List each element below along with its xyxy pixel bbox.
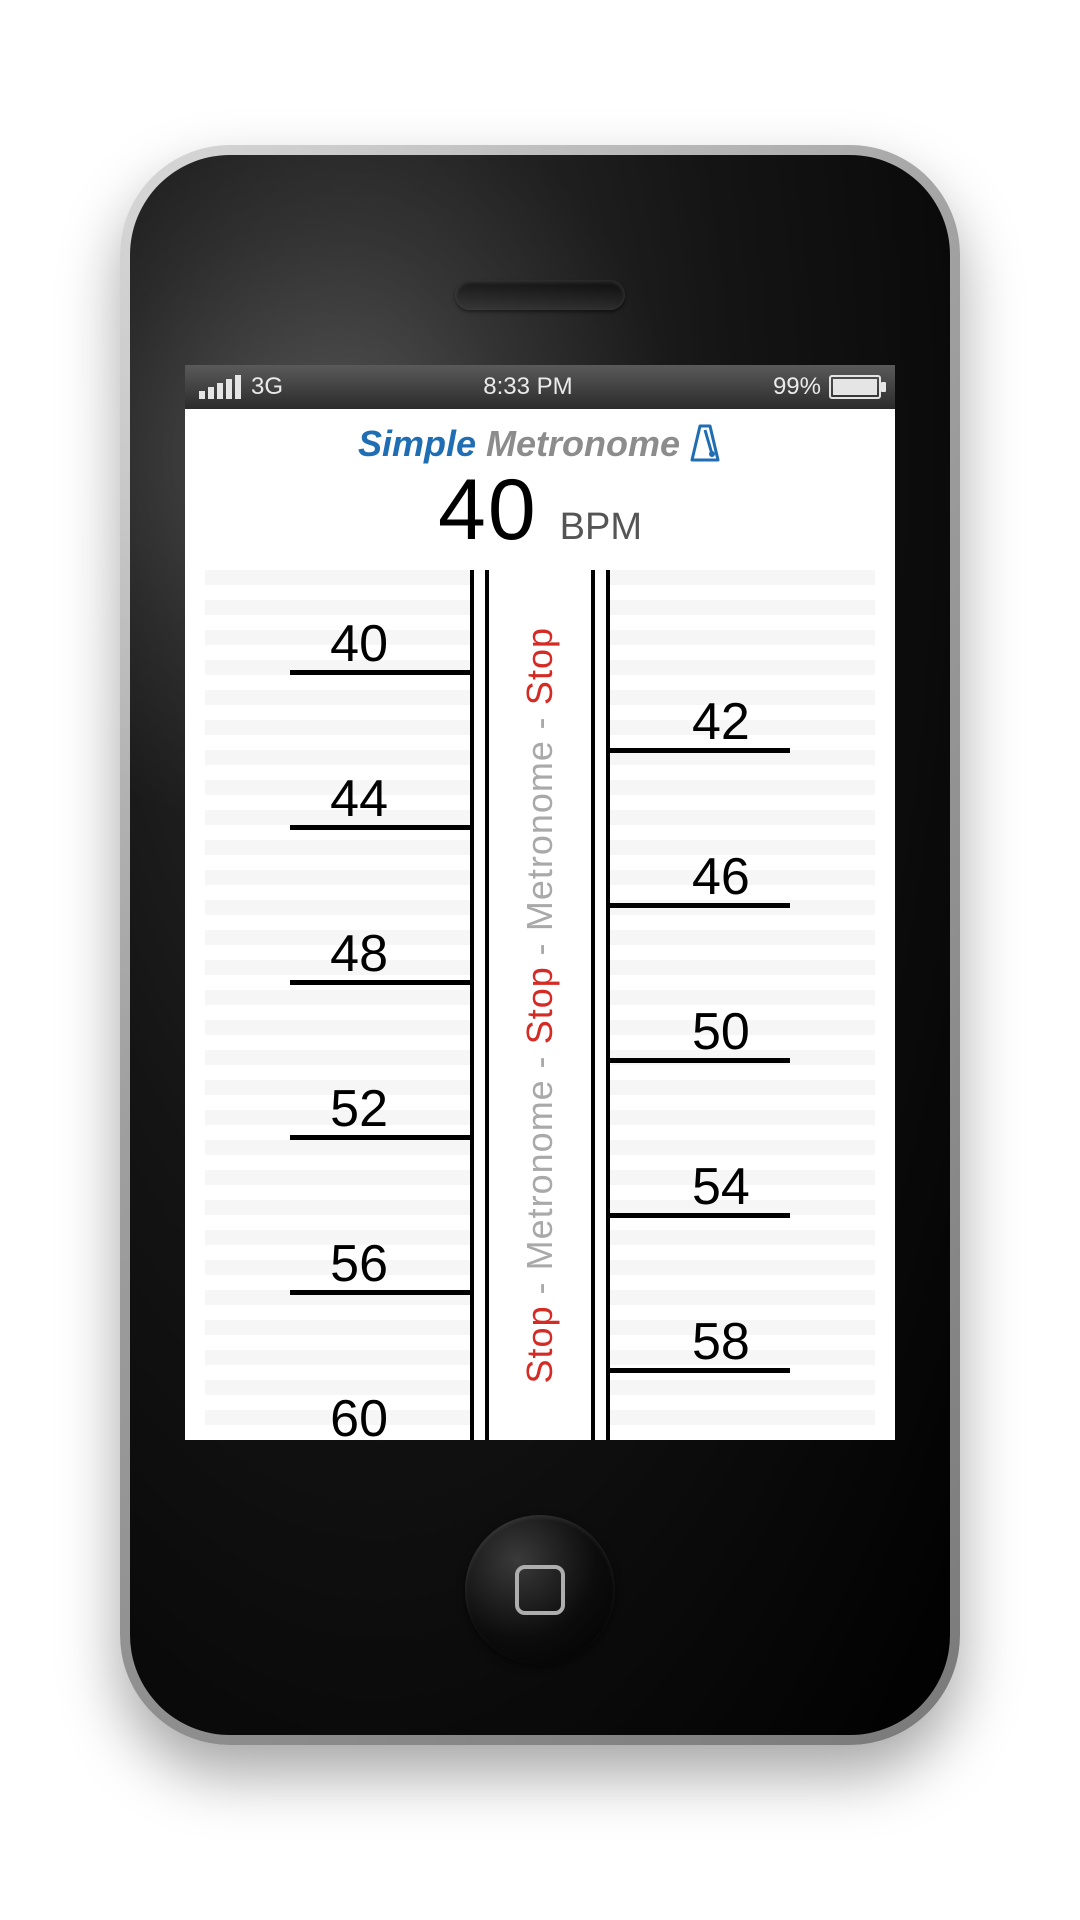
status-left: 3G: [199, 373, 283, 401]
battery-pct-label: 99%: [773, 373, 821, 401]
center-strip-text: Stop - Metronome - Stop - Metronome - St…: [519, 627, 561, 1383]
scale-tick-label: 56: [248, 1234, 388, 1294]
scale-tick-label: 46: [692, 847, 832, 907]
center-word-stop: Stop: [519, 966, 560, 1044]
scale-tick-label: 42: [692, 692, 832, 752]
home-button-icon: [515, 1565, 565, 1615]
screen: 3G 8:33 PM 99% Simple Metronome: [185, 365, 895, 1440]
home-button[interactable]: [465, 1515, 615, 1665]
tempo-scale[interactable]: 40 44 48 52 56 60 42 46 50 54 58 Stop - Metronome…: [185, 570, 895, 1440]
battery-icon: [829, 375, 881, 399]
scale-tick-label: 54: [692, 1157, 832, 1217]
bpm-value: 40: [438, 461, 538, 560]
network-label: 3G: [251, 373, 283, 401]
scale-tick-label: 52: [248, 1079, 388, 1139]
scale-left-column[interactable]: 40 44 48 52 56 60: [205, 570, 474, 1440]
scale-tick-label: 48: [248, 924, 388, 984]
bpm-display: 40 BPM: [185, 461, 895, 560]
phone-body: 3G 8:33 PM 99% Simple Metronome: [130, 155, 950, 1735]
title-word-metronome: Metronome: [476, 423, 680, 464]
status-right: 99%: [773, 373, 881, 401]
scale-tick-label: 60: [248, 1389, 388, 1440]
center-word-stop: Stop: [519, 627, 560, 705]
scale-right-column[interactable]: 42 46 50 54 58: [606, 570, 875, 1440]
title-word-simple: Simple: [358, 423, 476, 464]
center-word-stop: Stop: [519, 1305, 560, 1383]
status-bar: 3G 8:33 PM 99%: [185, 365, 895, 409]
scale-tick-label: 40: [248, 614, 388, 674]
center-word-metronome: Metronome: [519, 1079, 560, 1270]
scale-tick-label: 50: [692, 1002, 832, 1062]
scale-tick-label: 44: [248, 769, 388, 829]
bpm-unit-label: BPM: [560, 506, 642, 549]
speaker-grill: [455, 280, 625, 310]
scale-center-strip[interactable]: Stop - Metronome - Stop - Metronome - St…: [485, 570, 595, 1440]
app-title: Simple Metronome: [185, 423, 895, 465]
metronome-icon: [688, 424, 722, 464]
scale-tick-label: 58: [692, 1312, 832, 1372]
phone-frame: 3G 8:33 PM 99% Simple Metronome: [120, 145, 960, 1745]
signal-icon: [199, 375, 241, 399]
center-word-metronome: Metronome: [519, 740, 560, 931]
clock-label: 8:33 PM: [483, 373, 572, 401]
